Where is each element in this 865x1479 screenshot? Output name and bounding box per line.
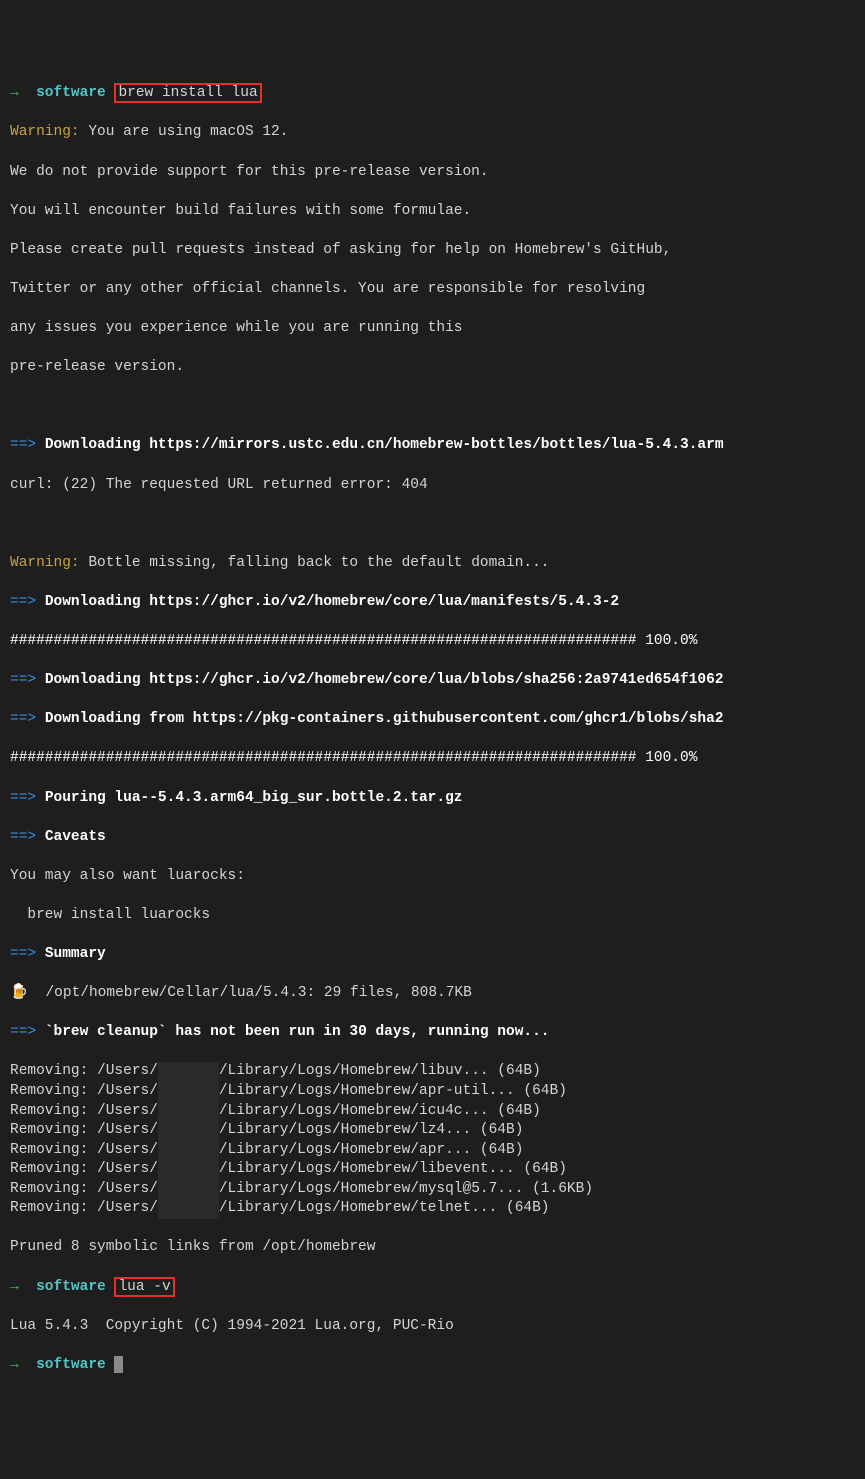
removing-prefix: Removing: /Users/ xyxy=(10,1083,158,1099)
progress-bar: ########################################… xyxy=(10,749,855,769)
prompt-host: software xyxy=(36,1357,106,1373)
step-arrow: ==> xyxy=(10,1024,36,1040)
pre-release-text: We do not provide support for this pre-r… xyxy=(10,163,855,183)
removing-suffix: /Library/Logs/Homebrew/telnet... (64B) xyxy=(219,1200,550,1216)
command-highlight-box: lua -v xyxy=(114,1277,174,1297)
redacted-username xyxy=(158,1160,219,1180)
download-line-4: ==> Downloading from https://pkg-contain… xyxy=(10,710,855,730)
download-line-3: ==> Downloading https://ghcr.io/v2/homeb… xyxy=(10,671,855,691)
beer-icon: 🍺 xyxy=(10,985,28,1001)
step-arrow: ==> xyxy=(10,437,36,453)
removing-line: Removing: /Users/ /Library/Logs/Homebrew… xyxy=(10,1102,855,1122)
removing-line: Removing: /Users/ /Library/Logs/Homebrew… xyxy=(10,1062,855,1082)
removing-suffix: /Library/Logs/Homebrew/lz4... (64B) xyxy=(219,1122,524,1138)
pre-release-text: any issues you experience while you are … xyxy=(10,319,855,339)
step-arrow: ==> xyxy=(10,672,36,688)
redacted-username xyxy=(158,1199,219,1219)
removing-prefix: Removing: /Users/ xyxy=(10,1200,158,1216)
redacted-username xyxy=(158,1102,219,1122)
prompt-line-1[interactable]: → software brew install lua xyxy=(10,84,855,104)
removing-line: Removing: /Users/ /Library/Logs/Homebrew… xyxy=(10,1121,855,1141)
cleanup-line: ==> `brew cleanup` has not been run in 3… xyxy=(10,1023,855,1043)
removing-prefix: Removing: /Users/ xyxy=(10,1161,158,1177)
step-arrow: ==> xyxy=(10,594,36,610)
removing-prefix: Removing: /Users/ xyxy=(10,1181,158,1197)
lua-version: Lua 5.4.3 Copyright (C) 1994-2021 Lua.or… xyxy=(10,1317,855,1337)
blank-line xyxy=(10,515,855,535)
curl-error: curl: (22) The requested URL returned er… xyxy=(10,476,855,496)
summary-header: ==> Summary xyxy=(10,945,855,965)
summary-text: Summary xyxy=(45,946,106,962)
summary-line: 🍺 /opt/homebrew/Cellar/lua/5.4.3: 29 fil… xyxy=(10,984,855,1004)
removing-prefix: Removing: /Users/ xyxy=(10,1122,158,1138)
prompt-line-2[interactable]: → software lua -v xyxy=(10,1278,855,1298)
pre-release-text: Please create pull requests instead of a… xyxy=(10,241,855,261)
removing-line: Removing: /Users/ /Library/Logs/Homebrew… xyxy=(10,1160,855,1180)
pouring-line: ==> Pouring lua--5.4.3.arm64_big_sur.bot… xyxy=(10,789,855,809)
command-text: lua -v xyxy=(118,1279,170,1295)
removing-suffix: /Library/Logs/Homebrew/libuv... (64B) xyxy=(219,1063,541,1079)
removing-suffix: /Library/Logs/Homebrew/icu4c... (64B) xyxy=(219,1103,541,1119)
blank-line xyxy=(10,397,855,417)
download-text: Downloading https://mirrors.ustc.edu.cn/… xyxy=(45,437,724,453)
removing-line: Removing: /Users/ /Library/Logs/Homebrew… xyxy=(10,1141,855,1161)
pre-release-text: pre-release version. xyxy=(10,358,855,378)
warning-label: Warning: xyxy=(10,124,80,140)
cursor xyxy=(114,1356,123,1373)
warning-text: Bottle missing, falling back to the defa… xyxy=(80,555,550,571)
command-highlight-box: brew install lua xyxy=(114,83,261,103)
caveats-header: ==> Caveats xyxy=(10,828,855,848)
cleanup-text: `brew cleanup` has not been run in 30 da… xyxy=(45,1024,550,1040)
pruned-line: Pruned 8 symbolic links from /opt/homebr… xyxy=(10,1238,855,1258)
redacted-username xyxy=(158,1141,219,1161)
download-line-2: ==> Downloading https://ghcr.io/v2/homeb… xyxy=(10,593,855,613)
removing-suffix: /Library/Logs/Homebrew/apr-util... (64B) xyxy=(219,1083,567,1099)
step-arrow: ==> xyxy=(10,790,36,806)
warning-text: You are using macOS 12. xyxy=(80,124,289,140)
step-arrow: ==> xyxy=(10,711,36,727)
pre-release-text: You will encounter build failures with s… xyxy=(10,202,855,222)
download-text: Downloading https://ghcr.io/v2/homebrew/… xyxy=(45,672,724,688)
redacted-username xyxy=(158,1082,219,1102)
removing-prefix: Removing: /Users/ xyxy=(10,1063,158,1079)
download-line-1: ==> Downloading https://mirrors.ustc.edu… xyxy=(10,436,855,456)
redacted-username xyxy=(158,1121,219,1141)
step-arrow: ==> xyxy=(10,829,36,845)
summary-path: /opt/homebrew/Cellar/lua/5.4.3: 29 files… xyxy=(45,985,471,1001)
removing-line: Removing: /Users/ /Library/Logs/Homebrew… xyxy=(10,1199,855,1219)
caveats-text: Caveats xyxy=(45,829,106,845)
prompt-arrow: → xyxy=(10,85,19,101)
pouring-text: Pouring lua--5.4.3.arm64_big_sur.bottle.… xyxy=(45,790,463,806)
prompt-line-3[interactable]: → software xyxy=(10,1356,855,1376)
step-arrow: ==> xyxy=(10,946,36,962)
removing-prefix: Removing: /Users/ xyxy=(10,1142,158,1158)
download-text: Downloading https://ghcr.io/v2/homebrew/… xyxy=(45,594,619,610)
removing-suffix: /Library/Logs/Homebrew/apr... (64B) xyxy=(219,1142,524,1158)
removing-line: Removing: /Users/ /Library/Logs/Homebrew… xyxy=(10,1082,855,1102)
warning-line-2: Warning: Bottle missing, falling back to… xyxy=(10,554,855,574)
prompt-arrow: → xyxy=(10,1279,19,1295)
pre-release-text: Twitter or any other official channels. … xyxy=(10,280,855,300)
redacted-username xyxy=(158,1180,219,1200)
progress-bar: ########################################… xyxy=(10,632,855,652)
prompt-arrow: → xyxy=(10,1357,19,1373)
command-text: brew install lua xyxy=(118,85,257,101)
prompt-host: software xyxy=(36,85,106,101)
download-text: Downloading from https://pkg-containers.… xyxy=(45,711,724,727)
redacted-username xyxy=(158,1062,219,1082)
caveats-body: You may also want luarocks: xyxy=(10,867,855,887)
warning-line-1: Warning: You are using macOS 12. xyxy=(10,123,855,143)
caveats-body: brew install luarocks xyxy=(10,906,855,926)
prompt-host: software xyxy=(36,1279,106,1295)
removing-line: Removing: /Users/ /Library/Logs/Homebrew… xyxy=(10,1180,855,1200)
warning-label: Warning: xyxy=(10,555,80,571)
removing-suffix: /Library/Logs/Homebrew/libevent... (64B) xyxy=(219,1161,567,1177)
removing-prefix: Removing: /Users/ xyxy=(10,1103,158,1119)
removing-suffix: /Library/Logs/Homebrew/mysql@5.7... (1.6… xyxy=(219,1181,593,1197)
